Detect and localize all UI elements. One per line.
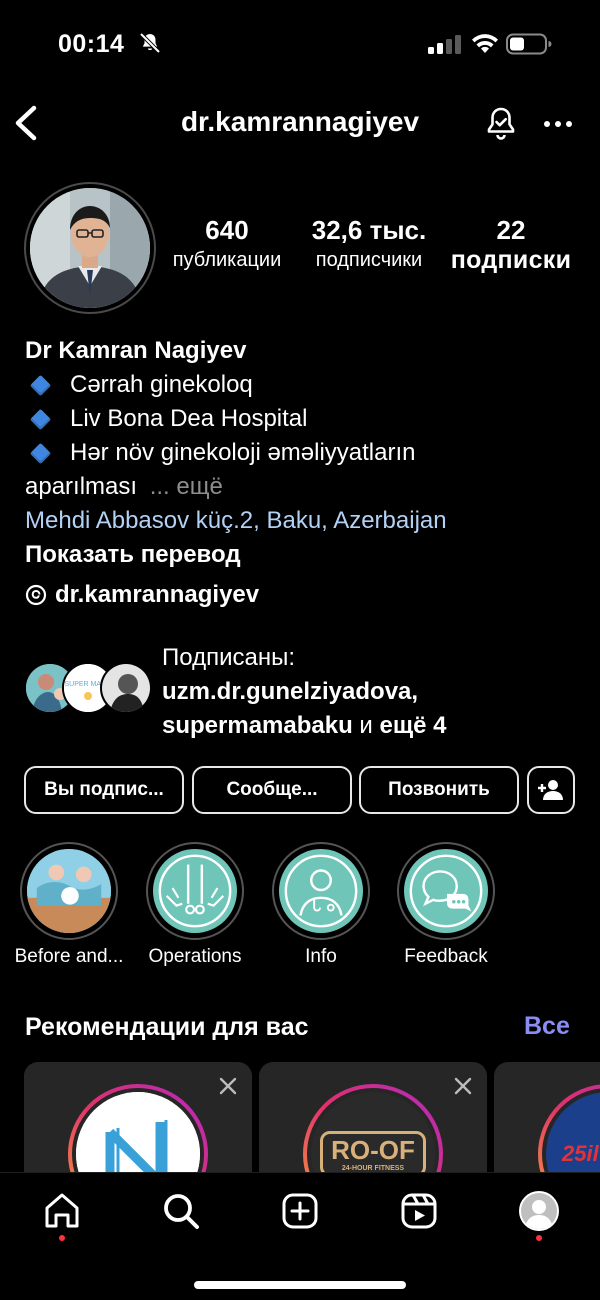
bio-line: aparılması ... ещё xyxy=(25,470,585,504)
stat-followers-value: 32,6 тыс. xyxy=(311,215,427,245)
threads-icon xyxy=(25,584,47,606)
mutual-follower-name: uzm.dr.gunelziyadova, xyxy=(162,678,419,705)
home-indicator xyxy=(194,1281,406,1289)
stat-following[interactable]: 22 подписки xyxy=(444,214,578,274)
wifi-icon xyxy=(472,34,498,53)
bio-line-text: Cərrah ginekoloq xyxy=(70,371,253,398)
bio-line: Liv Bona Dea Hospital xyxy=(25,402,585,436)
highlight-before-and[interactable]: Before and... xyxy=(14,842,124,968)
status-time: 00:14 xyxy=(58,30,125,58)
highlight-label: Operations xyxy=(148,946,242,967)
mutual-more-count: ещё 4 xyxy=(379,712,447,739)
stat-followers[interactable]: 32,6 тыс. подписчики xyxy=(300,214,438,274)
profile-photo xyxy=(30,188,150,308)
close-icon[interactable] xyxy=(218,1076,238,1096)
address-link[interactable]: Mehdi Abbasov küç.2, Baku, Azerbaijan xyxy=(25,504,585,538)
battery-icon xyxy=(506,33,552,55)
create-post-icon[interactable] xyxy=(280,1191,320,1231)
home-notification-dot xyxy=(59,1235,65,1241)
bio-line-text: Hər növ ginekoloji əməliyyatların xyxy=(70,439,416,466)
blue-diamond-icon xyxy=(29,442,52,464)
blue-diamond-icon xyxy=(29,374,52,396)
stat-following-value: 22 xyxy=(496,215,526,245)
bottom-tab-bar xyxy=(0,1172,600,1300)
mutual-followers-avatars[interactable]: SUPER MAMA xyxy=(24,662,154,714)
highlight-label: Info xyxy=(305,946,337,967)
highlight-cover xyxy=(153,849,237,933)
stat-posts-value: 640 xyxy=(205,215,249,245)
notification-bell-icon[interactable] xyxy=(484,104,518,142)
chat-bubbles-icon xyxy=(409,854,483,928)
threads-handle: dr.kamrannagiyev xyxy=(55,581,260,608)
suggestion-logo-text: RO-OF xyxy=(331,1135,415,1165)
message-button[interactable]: Сообще... xyxy=(192,766,352,814)
highlight-feedback[interactable]: Feedback xyxy=(391,842,501,968)
add-person-icon xyxy=(538,780,563,800)
bio-line-text: Liv Bona Dea Hospital xyxy=(70,405,308,432)
highlight-ring xyxy=(146,842,244,940)
bio-line: Cərrah ginekoloq xyxy=(25,368,585,402)
cellular-signal-icon xyxy=(428,35,461,54)
see-all-link[interactable]: Все xyxy=(524,1012,570,1041)
bio-line: Hər növ ginekoloji əməliyyatların xyxy=(25,436,585,470)
mutual-and: и xyxy=(359,712,373,739)
highlight-label: Feedback xyxy=(404,946,488,967)
suggestion-logo-text: 25il xyxy=(562,1141,599,1166)
highlight-ring xyxy=(272,842,370,940)
stat-followers-label: подписчики xyxy=(315,249,423,271)
bio-continuation: aparılması xyxy=(25,473,138,500)
highlight-ring xyxy=(397,842,495,940)
bio-more-link[interactable]: ... ещё xyxy=(150,473,223,500)
stat-posts[interactable]: 640 публикации xyxy=(160,214,294,274)
suggestions-title: Рекомендации для вас xyxy=(25,1013,309,1041)
profile-tab-avatar[interactable] xyxy=(519,1191,559,1231)
highlight-ring xyxy=(20,842,118,940)
avatar-icon xyxy=(525,1200,553,1229)
stat-posts-label: публикации xyxy=(172,249,282,271)
mutual-followers-prefix: Подписаны: xyxy=(162,644,295,671)
call-button[interactable]: Позвонить xyxy=(359,766,519,814)
mutual-follower-name: supermamabaku xyxy=(162,712,353,739)
highlight-info[interactable]: Info xyxy=(266,842,376,968)
blue-diamond-icon xyxy=(29,408,52,430)
threads-link[interactable]: dr.kamrannagiyev xyxy=(25,578,585,612)
search-icon[interactable] xyxy=(161,1191,201,1231)
reels-icon[interactable] xyxy=(399,1191,439,1231)
highlight-operations[interactable]: Operations xyxy=(140,842,250,968)
profile-full-name: Dr Kamran Nagiyev xyxy=(25,337,247,364)
mutual-followers-text[interactable]: Подписаны: uzm.dr.gunelziyadova, superma… xyxy=(162,641,582,743)
profile-bio: Dr Kamran Nagiyev Cərrah ginekoloq Liv B… xyxy=(25,334,585,612)
suggest-people-button[interactable] xyxy=(527,766,575,814)
surgical-tools-icon xyxy=(158,854,232,928)
home-icon[interactable] xyxy=(42,1191,82,1231)
highlight-cover xyxy=(279,849,363,933)
close-icon[interactable] xyxy=(453,1076,473,1096)
stat-following-label: подписки xyxy=(450,246,572,274)
show-translation-link[interactable]: Показать перевод xyxy=(25,538,585,572)
highlight-cover xyxy=(404,849,488,933)
doctor-icon xyxy=(284,854,358,928)
mutual-avatar xyxy=(100,662,152,714)
baby-surgery-icon xyxy=(27,849,111,933)
bell-mute-icon xyxy=(139,32,161,54)
profile-avatar[interactable] xyxy=(24,182,156,314)
profile-notification-dot xyxy=(536,1235,542,1241)
following-button[interactable]: Вы подпис... xyxy=(24,766,184,814)
more-options-icon[interactable] xyxy=(542,114,574,134)
highlight-label: Before and... xyxy=(14,946,124,967)
highlight-cover xyxy=(27,849,111,933)
